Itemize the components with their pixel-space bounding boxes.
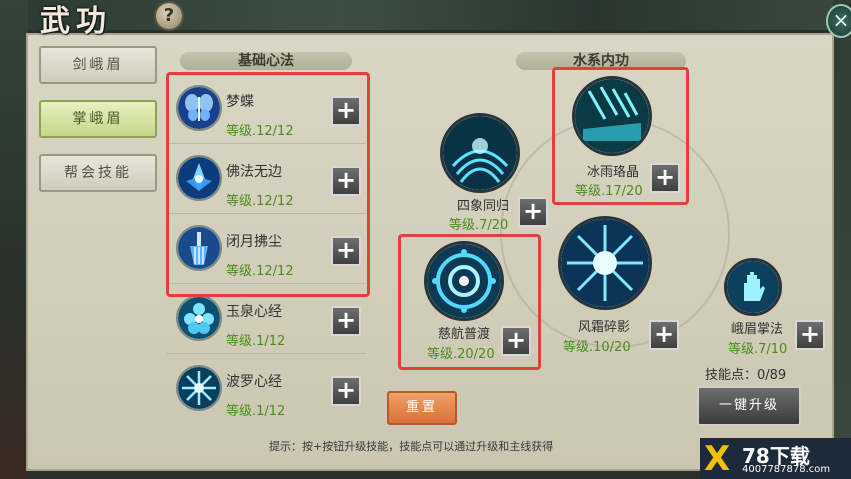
skill-points: 技能点：0/89	[705, 368, 787, 383]
basic-section-title: 基础心法	[166, 50, 366, 72]
skill-name: 波罗心经	[226, 374, 282, 390]
jade-flower-icon	[176, 295, 222, 341]
skill-level: 等级.7/20	[449, 218, 509, 233]
upgrade-plus-button[interactable]: +	[795, 320, 825, 350]
skill-level: 等级.7/10	[728, 342, 788, 357]
tab-guild-skills[interactable]: 帮会技能	[39, 154, 157, 192]
watermark: X 78下载 4007787878.com	[700, 438, 851, 479]
upgrade-plus-button[interactable]: +	[331, 306, 361, 336]
upgrade-plus-button[interactable]: +	[331, 376, 361, 406]
skill-level: 等级.1/12	[226, 404, 286, 419]
skill-name: 峨眉掌法	[730, 322, 783, 337]
skill-level: 等级.10/20	[563, 340, 631, 355]
skill-name: 玉泉心经	[226, 304, 282, 320]
skill-name: 风霜碎影	[577, 320, 630, 335]
highlight-box-mandala	[398, 234, 541, 370]
window-title: 武功	[40, 4, 112, 39]
reset-button[interactable]: 重置	[387, 391, 457, 425]
close-button[interactable]: ×	[826, 4, 851, 38]
palm-icon[interactable]	[724, 258, 782, 316]
skill-name: 四象同归	[456, 199, 509, 214]
watermark-url: 4007787878.com	[742, 464, 831, 475]
basic-skill-row-5[interactable]: 波罗心经 等级.1/12 +	[166, 353, 366, 423]
scenery-left	[0, 0, 28, 479]
wave-icon[interactable]	[440, 113, 520, 193]
upgrade-plus-button[interactable]: +	[649, 320, 679, 350]
snowflake-icon	[176, 365, 222, 411]
tab-palm-emei[interactable]: 掌峨眉	[39, 100, 157, 138]
scenery-top	[0, 0, 851, 30]
watermark-logo: X	[704, 439, 731, 479]
scenery-right	[833, 0, 851, 479]
skill-level: 等级.1/12	[226, 334, 286, 349]
tab-sword-emei[interactable]: 剑峨眉	[39, 46, 157, 84]
upgrade-all-button[interactable]: 一键升级	[697, 386, 801, 426]
upgrade-plus-button[interactable]: +	[518, 197, 548, 227]
highlight-box-ice-rain	[552, 67, 689, 205]
highlight-box-basic	[166, 72, 370, 297]
frost-burst-icon[interactable]	[558, 216, 652, 310]
help-button[interactable]: ?	[154, 1, 184, 31]
tip-text: 提示：按+按钮升级技能，技能点可以通过升级和主线获得	[269, 440, 554, 453]
